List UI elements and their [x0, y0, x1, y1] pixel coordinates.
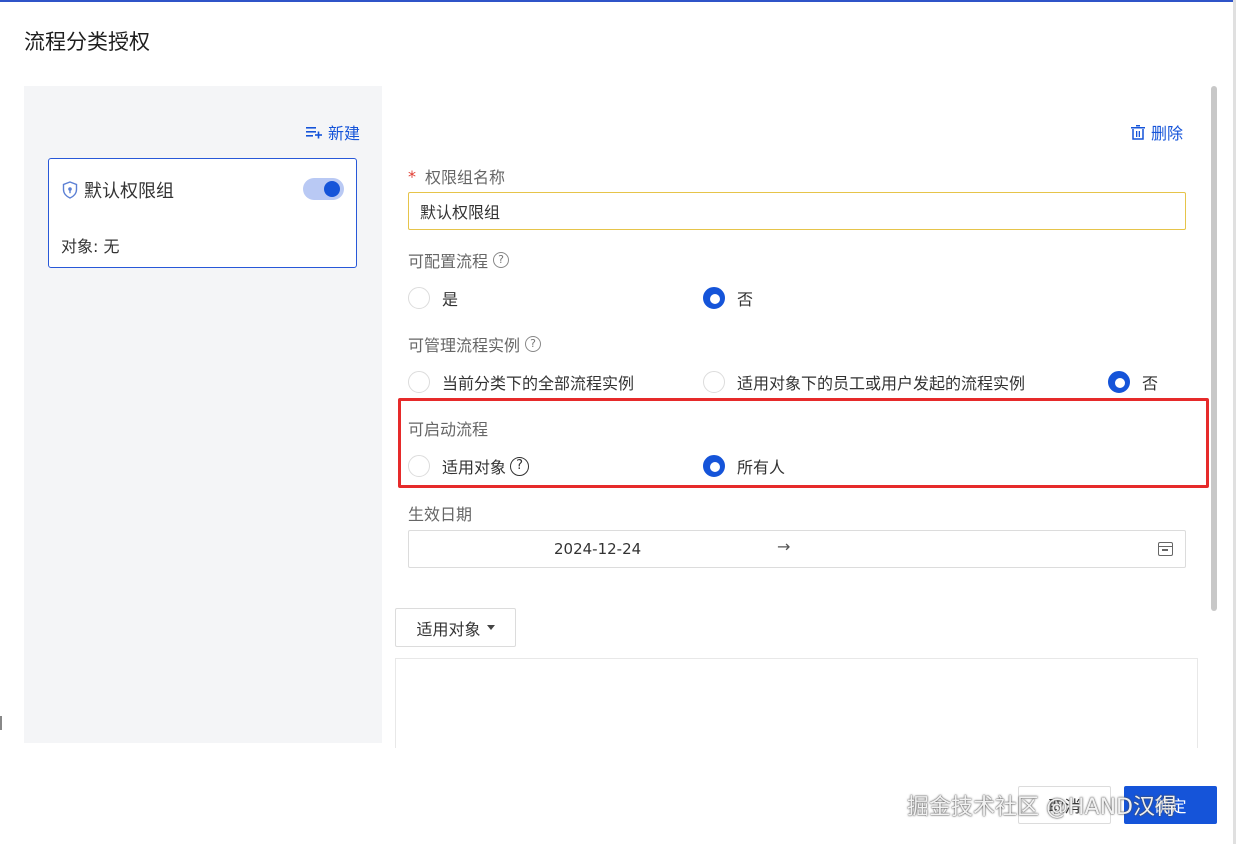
group-card[interactable]: 默认权限组 对象: 无 [48, 158, 357, 268]
radio-circle [408, 371, 430, 393]
scrollbar[interactable] [1211, 86, 1217, 611]
configurable-option-no[interactable]: 否 [703, 286, 753, 310]
question-circle-icon[interactable]: ? [525, 336, 542, 352]
configurable-option-yes[interactable]: 是 [408, 286, 458, 310]
configurable-label: 可配置流程 ? [408, 248, 510, 272]
radio-circle [408, 455, 430, 477]
effective-date-label: 生效日期 [408, 501, 472, 525]
target-dropdown[interactable]: 适用对象 [395, 608, 516, 647]
window-edge-mark [0, 716, 2, 730]
manageable-option-target[interactable]: 适用对象下的员工或用户发起的流程实例 [703, 370, 1025, 394]
radio-label: 适用对象 [442, 458, 507, 477]
new-group-label: 新建 [327, 124, 360, 143]
startable-option-everyone[interactable]: 所有人 [703, 454, 785, 478]
group-card-title: 默认权限组 [62, 177, 174, 203]
cancel-button[interactable]: 取消 [1018, 786, 1111, 824]
new-group-button[interactable]: 新建 [305, 120, 360, 144]
radio-label: 适用对象下的员工或用户发起的流程实例 [737, 374, 1026, 393]
configurable-label-text: 可配置流程 [408, 252, 489, 271]
radio-label: 当前分类下的全部流程实例 [442, 374, 635, 393]
toggle-knob [324, 181, 340, 197]
question-circle-icon[interactable]: ? [493, 252, 510, 268]
radio-label: 所有人 [737, 458, 786, 477]
top-accent-line [0, 0, 1236, 2]
radio-circle [408, 287, 430, 309]
radio-circle-checked [703, 287, 725, 309]
manageable-option-no[interactable]: 否 [1108, 370, 1158, 394]
date-start[interactable]: 2024-12-24 [554, 540, 641, 558]
startable-label: 可启动流程 [408, 416, 488, 440]
target-dropdown-label: 适用对象 [416, 619, 481, 639]
radio-circle-checked [703, 455, 725, 477]
radio-circle-checked [1108, 371, 1130, 393]
name-label-text: 权限组名称 [425, 168, 506, 187]
question-circle-icon[interactable]: ? [510, 456, 530, 476]
list-add-icon [305, 127, 322, 139]
date-range-picker[interactable]: 2024-12-24 → [408, 530, 1186, 568]
startable-option-target[interactable]: 适用对象 ? [408, 454, 530, 478]
group-list-panel: 新建 默认权限组 对象: 无 [24, 86, 382, 743]
delete-label: 删除 [1151, 124, 1184, 143]
ok-button[interactable]: 确定 [1124, 786, 1217, 824]
manageable-option-all[interactable]: 当前分类下的全部流程实例 [408, 370, 634, 394]
group-enabled-toggle[interactable] [303, 178, 344, 200]
shield-icon [62, 181, 78, 199]
delete-group-button[interactable]: 删除 [1131, 120, 1183, 144]
date-separator: → [777, 537, 791, 556]
calendar-icon[interactable] [1158, 542, 1173, 556]
group-target-text: 对象: 无 [61, 237, 120, 256]
radio-label: 是 [442, 290, 459, 309]
radio-circle [703, 371, 725, 393]
radio-label: 否 [737, 290, 754, 309]
required-mark: * [408, 166, 416, 186]
caret-down-icon [486, 625, 495, 630]
manageable-label-text: 可管理流程实例 [408, 336, 521, 355]
manageable-label: 可管理流程实例 ? [408, 332, 542, 356]
group-name: 默认权限组 [84, 181, 174, 202]
group-name-input[interactable] [408, 192, 1186, 230]
dialog-title: 流程分类授权 [24, 30, 150, 54]
startable-label-text: 可启动流程 [408, 420, 489, 439]
effective-date-label-text: 生效日期 [408, 505, 473, 524]
radio-label: 否 [1142, 374, 1159, 393]
name-field-label: * 权限组名称 [408, 164, 505, 188]
trash-icon [1131, 124, 1145, 140]
target-table [395, 658, 1198, 748]
